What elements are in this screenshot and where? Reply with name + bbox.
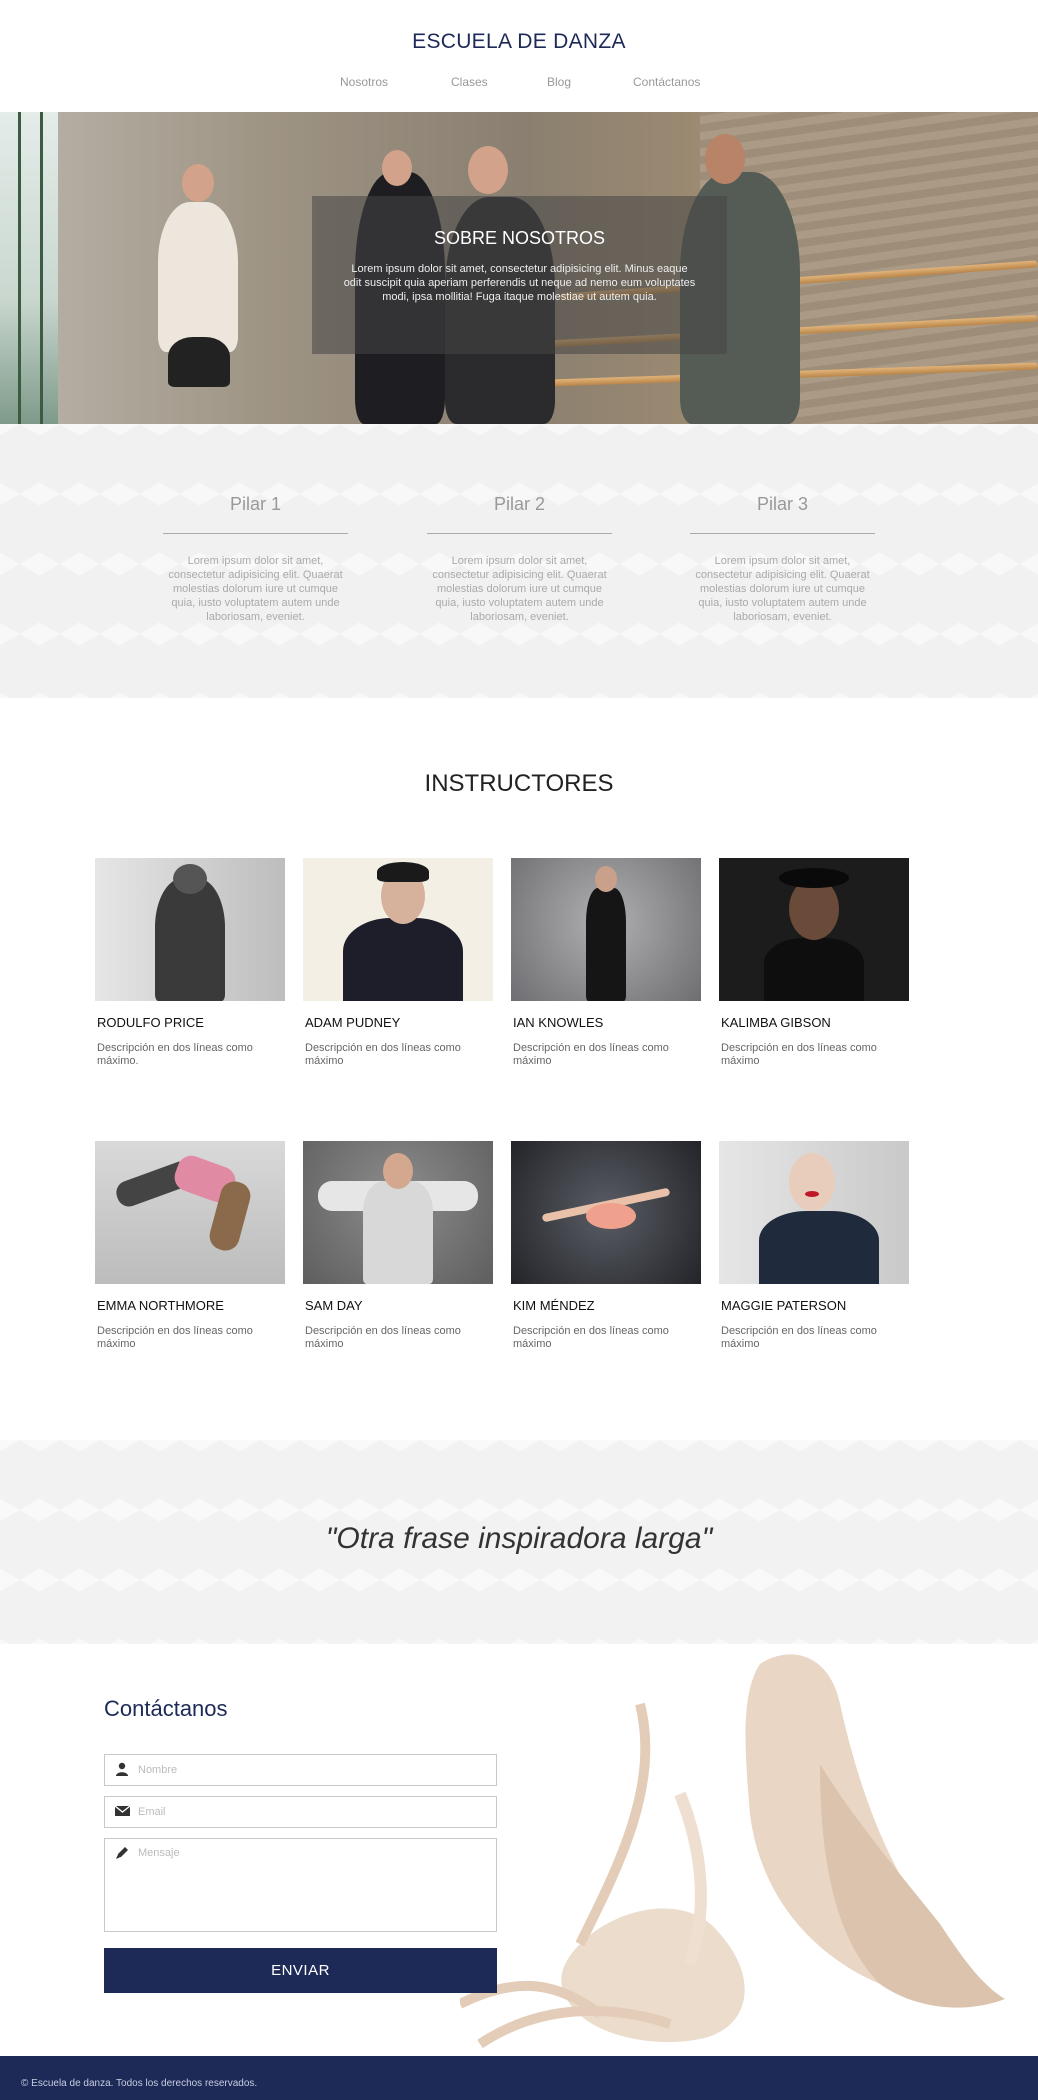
hero-title: SOBRE NOSOTROS	[433, 228, 606, 248]
instructor-description: Descripción en dos líneas como máximo	[513, 1042, 669, 1067]
instructor-description: Descripción en dos líneas como máximo.	[97, 1042, 253, 1067]
instructor-name: ADAM PUDNEY	[305, 1015, 401, 1030]
message-input[interactable]	[138, 1847, 490, 1927]
site-title[interactable]: ESCUELA DE DANZA	[0, 30, 1038, 54]
instructor-card[interactable]: ADAM PUDNEY Descripción en dos líneas co…	[303, 858, 493, 1068]
nav-item-contactanos[interactable]: Contáctanos	[633, 75, 700, 89]
instructor-card[interactable]: RODULFO PRICE Descripción en dos líneas …	[95, 858, 285, 1068]
instructor-description: Descripción en dos líneas como máximo	[305, 1042, 461, 1067]
pillar-1: Pilar 1 Lorem ipsum dolor sit amet, cons…	[163, 494, 348, 624]
pillar-divider	[163, 533, 348, 534]
email-input[interactable]	[138, 1797, 490, 1827]
pillar-title: Pilar 2	[493, 494, 546, 514]
pillar-text: Lorem ipsum dolor sit amet, consectetur …	[168, 555, 343, 623]
instructor-photo	[303, 1141, 493, 1284]
instructor-card[interactable]: EMMA NORTHMORE Descripción en dos líneas…	[95, 1141, 285, 1351]
hero-dancer	[168, 337, 230, 387]
pillar-divider	[427, 533, 612, 534]
instructor-photo	[95, 1141, 285, 1284]
instructor-name: KIM MÉNDEZ	[513, 1298, 595, 1313]
instructor-card[interactable]: MAGGIE PATERSON Descripción en dos línea…	[719, 1141, 909, 1351]
nav-item-blog[interactable]: Blog	[547, 75, 571, 89]
pillar-divider	[690, 533, 875, 534]
user-icon	[114, 1762, 130, 1778]
hero-dancer-head	[382, 150, 412, 186]
instructor-name: KALIMBA GIBSON	[721, 1015, 831, 1030]
instructor-photo	[719, 858, 909, 1001]
send-button[interactable]: ENVIAR	[104, 1948, 497, 1993]
instructor-name: SAM DAY	[305, 1298, 363, 1313]
contact-section: Contáctanos ENVIAR	[0, 1644, 1038, 2056]
site-header: ESCUELA DE DANZA Nosotros Clases Blog Co…	[0, 0, 1038, 112]
instructor-photo	[95, 858, 285, 1001]
email-field[interactable]	[104, 1796, 497, 1828]
copyright-text: © Escuela de danza. Todos los derechos r…	[21, 2078, 258, 2089]
instructor-description: Descripción en dos líneas como máximo	[513, 1325, 669, 1350]
instructor-photo	[719, 1141, 909, 1284]
instructor-photo	[511, 1141, 701, 1284]
hero-overlay-box: SOBRE NOSOTROS Lorem ipsum dolor sit ame…	[312, 196, 727, 354]
nav-item-nosotros[interactable]: Nosotros	[340, 75, 388, 89]
instructor-name: IAN KNOWLES	[513, 1015, 604, 1030]
pillar-title: Pilar 1	[229, 494, 282, 514]
instructor-description: Descripción en dos líneas como máximo	[721, 1325, 877, 1350]
hero-dancer-head	[705, 134, 745, 184]
instructor-card[interactable]: KIM MÉNDEZ Descripción en dos líneas com…	[511, 1141, 701, 1351]
pillar-text: Lorem ipsum dolor sit amet, consectetur …	[432, 555, 607, 623]
name-field[interactable]	[104, 1754, 497, 1786]
ballet-shoes-image	[460, 1654, 1005, 2049]
site-footer: © Escuela de danza. Todos los derechos r…	[0, 2056, 1038, 2100]
inspirational-quote: "Otra frase inspiradora larga"	[325, 1522, 713, 1555]
instructors-title: INSTRUCTORES	[424, 770, 614, 797]
pillars-section: Pilar 1 Lorem ipsum dolor sit amet, cons…	[0, 424, 1038, 698]
instructor-name: RODULFO PRICE	[97, 1015, 204, 1030]
contact-title: Contáctanos	[104, 1696, 228, 1721]
quote-section: "Otra frase inspiradora larga"	[0, 1440, 1038, 1644]
envelope-icon	[114, 1804, 130, 1820]
instructor-photo	[511, 858, 701, 1001]
hero-background-window	[0, 112, 58, 424]
pillar-text: Lorem ipsum dolor sit amet, consectetur …	[695, 555, 870, 623]
instructor-card[interactable]: SAM DAY Descripción en dos líneas como m…	[303, 1141, 493, 1351]
instructor-photo	[303, 858, 493, 1001]
hero-dancer-head	[182, 164, 214, 202]
pillar-2: Pilar 2 Lorem ipsum dolor sit amet, cons…	[427, 494, 612, 624]
instructor-card[interactable]: IAN KNOWLES Descripción en dos líneas co…	[511, 858, 701, 1068]
instructor-name: MAGGIE PATERSON	[721, 1298, 847, 1313]
hero-section: SOBRE NOSOTROS Lorem ipsum dolor sit ame…	[0, 112, 1038, 424]
message-field[interactable]	[104, 1838, 497, 1932]
hero-dancer	[158, 202, 238, 352]
instructor-name: EMMA NORTHMORE	[97, 1298, 224, 1313]
hero-dancer-head	[468, 146, 508, 194]
pillar-title: Pilar 3	[756, 494, 809, 514]
hero-text: Lorem ipsum dolor sit amet, consectetur …	[343, 263, 696, 303]
instructors-section: INSTRUCTORES RODULFO PRICE Descripción e…	[0, 698, 1038, 1440]
instructor-description: Descripción en dos líneas como máximo	[721, 1042, 877, 1067]
instructor-description: Descripción en dos líneas como máximo	[97, 1325, 253, 1350]
instructor-description: Descripción en dos líneas como máximo	[305, 1325, 461, 1350]
name-input[interactable]	[138, 1755, 490, 1785]
pencil-icon	[114, 1846, 130, 1862]
pillar-3: Pilar 3 Lorem ipsum dolor sit amet, cons…	[690, 494, 875, 624]
instructor-card[interactable]: KALIMBA GIBSON Descripción en dos líneas…	[719, 858, 909, 1068]
nav-item-clases[interactable]: Clases	[451, 75, 488, 89]
main-nav: Nosotros Clases Blog Contáctanos	[0, 75, 1038, 95]
